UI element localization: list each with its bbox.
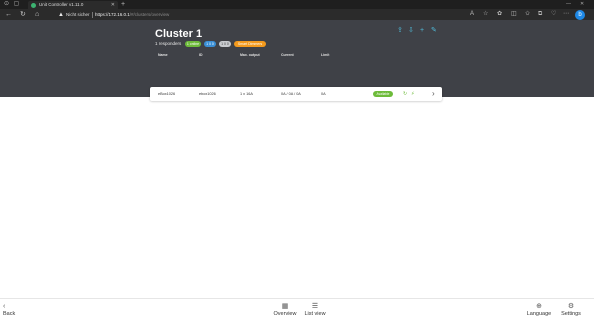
overview-label: Overview (273, 311, 297, 317)
column-header-max-output: Max. output (240, 53, 260, 57)
status-badge-gray: 1 0 0 (219, 41, 231, 47)
browser-toolbar: ← ↻ ⌂ ▲ Nicht sicher https://172.16.0.1/… (0, 9, 594, 20)
status-badge-blue: 1 0 0 (204, 41, 216, 47)
favorite-star-icon[interactable]: ☆ (483, 10, 488, 19)
url-divider (92, 11, 93, 18)
extensions-icon[interactable]: ✿ (497, 10, 502, 19)
chevron-left-icon: ‹ (3, 303, 6, 310)
tab-title: Unit Controller v1.11.0 (39, 2, 84, 7)
column-header-current: Current (281, 53, 294, 57)
cell-id: ebox1026 (199, 92, 216, 96)
refresh-status-icon[interactable]: ↻ (403, 87, 407, 101)
back-arrow-icon[interactable]: ← (5, 10, 12, 19)
tab-favicon-icon (31, 2, 36, 8)
download-icon[interactable]: ⇩ (408, 27, 414, 35)
cluster-header (0, 20, 594, 97)
list-icon: ☰ (311, 303, 319, 310)
status-badge-smart: Smart Dimmers (234, 41, 266, 47)
split-screen-icon[interactable]: ◫ (511, 10, 517, 19)
charging-plug-icon[interactable]: ⚡ (411, 87, 415, 101)
status-badge-online: 1 online (185, 41, 201, 47)
favorites-icon[interactable]: ✩ (525, 10, 530, 19)
upload-icon[interactable]: ⇪ (397, 27, 403, 35)
more-menu-icon[interactable]: ⋯ (563, 10, 569, 19)
performance-icon[interactable]: ♡ (551, 10, 556, 19)
responders-count: 1 responders (155, 41, 182, 46)
not-secure-label: Nicht sicher (66, 11, 90, 17)
browser-tab[interactable]: Unit Controller v1.11.0 ✕ (28, 1, 118, 9)
cell-max-output: 1 x 16A (240, 92, 253, 96)
read-aloud-icon[interactable]: A (470, 10, 474, 19)
bottom-nav: ‹ Back ▦ Overview ☰ List view ⊕ Language… (0, 298, 594, 324)
page-title: Cluster 1 (155, 28, 203, 40)
column-header-limit: Limit (321, 53, 330, 57)
close-window-button[interactable]: ✕ (580, 0, 584, 9)
edit-pencil-icon[interactable]: ✎ (431, 27, 437, 35)
new-tab-button[interactable]: + (121, 0, 125, 9)
add-icon[interactable]: + (420, 27, 424, 35)
list-view-label: List view (304, 311, 326, 317)
cell-current: 0A / 0A / 0A (281, 92, 301, 96)
tab-close-icon[interactable]: ✕ (111, 1, 115, 9)
address-bar[interactable]: ▲ Nicht sicher https://172.16.0.1/#/clus… (55, 11, 460, 19)
column-header-name: Name (158, 53, 168, 57)
overview-button[interactable]: ▦ Overview (273, 302, 297, 318)
settings-label: Settings (561, 311, 581, 317)
profile-avatar[interactable]: b (575, 10, 585, 20)
back-label: Back (3, 311, 16, 317)
language-label: Language (526, 311, 552, 317)
cell-limit: 0A (321, 92, 326, 96)
minimize-button[interactable]: — (566, 0, 571, 9)
browser-menu-icon[interactable]: ⊙ (3, 1, 10, 8)
collections-icon[interactable]: ⧉ (538, 10, 542, 19)
warning-icon: ▲ (58, 11, 64, 18)
list-view-button[interactable]: ☰ List view (303, 302, 327, 318)
column-header-id: ID (199, 53, 203, 57)
globe-icon: ⊕ (536, 303, 542, 310)
table-row[interactable]: eBox1026 ebox1026 1 x 16A 0A / 0A / 0A 0… (150, 87, 442, 101)
language-button[interactable]: ⊕ Language (526, 302, 552, 318)
gear-icon: ⚙ (567, 303, 575, 310)
browser-tab-strip: ⊙ ▢ Unit Controller v1.11.0 ✕ + — ✕ (0, 0, 594, 9)
grid-icon: ▦ (281, 303, 289, 310)
chevron-right-icon[interactable]: › (432, 87, 435, 101)
tab-actions-icon[interactable]: ▢ (13, 1, 20, 8)
refresh-icon[interactable]: ↻ (20, 10, 26, 19)
settings-button[interactable]: ⚙ Settings (559, 302, 583, 318)
back-button[interactable]: ‹ Back (3, 302, 15, 318)
url-text[interactable]: https://172.16.0.1/#/clusters/overview (95, 11, 169, 19)
home-icon[interactable]: ⌂ (35, 10, 39, 19)
available-status-badge: Available (373, 91, 393, 97)
cell-name: eBox1026 (158, 92, 176, 96)
